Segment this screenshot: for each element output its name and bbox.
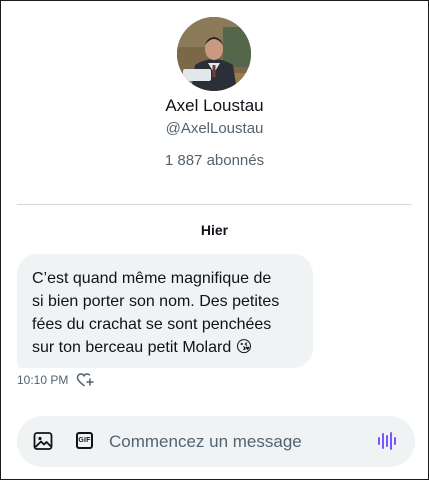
voice-wave-icon[interactable]: [377, 431, 399, 451]
followers-count: 1 887 abonnés: [164, 152, 265, 169]
date-separator: Hier: [200, 222, 229, 238]
message-bubble[interactable]: C’est quand même magnifique de si bien p…: [17, 254, 313, 368]
add-reaction-heart-icon[interactable]: [76, 372, 95, 388]
message-timestamp: 10:10 PM: [17, 373, 69, 387]
gif-label: GIF: [78, 437, 91, 444]
message-composer: GIF: [17, 416, 415, 467]
gif-icon[interactable]: GIF: [76, 432, 93, 449]
message-meta: 10:10 PM: [17, 372, 95, 388]
profile-handle[interactable]: @AxelLoustau: [0, 120, 429, 137]
message-input[interactable]: [109, 429, 359, 455]
divider: [17, 204, 412, 205]
profile-name[interactable]: Axel Loustau: [0, 96, 429, 116]
message-text: C’est quand même magnifique de si bien p…: [32, 270, 280, 356]
image-icon[interactable]: [33, 431, 53, 451]
avatar[interactable]: [177, 17, 251, 91]
